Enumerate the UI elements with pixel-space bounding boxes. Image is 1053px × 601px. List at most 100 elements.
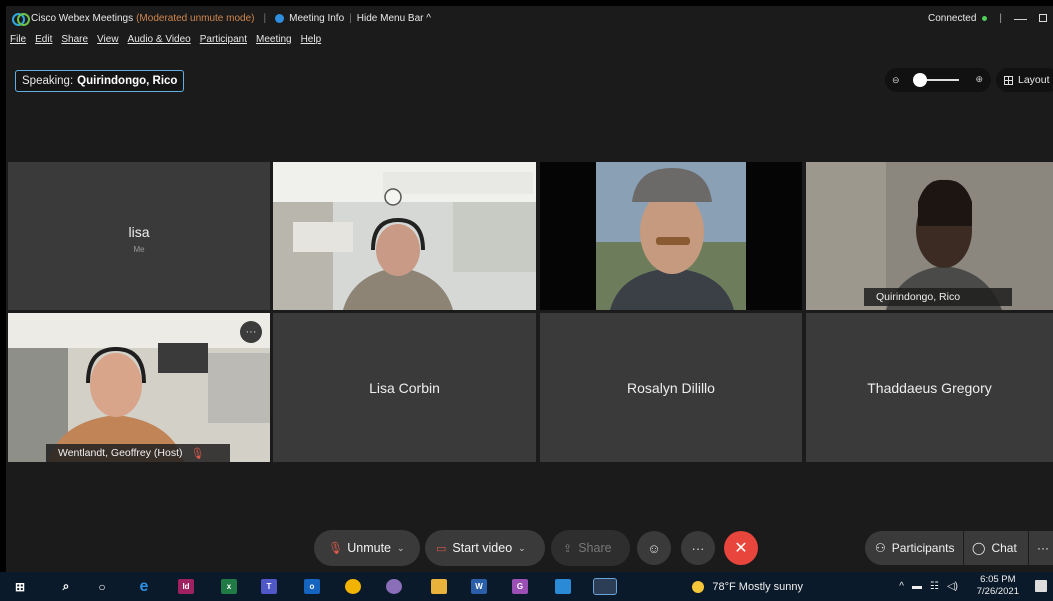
start-video-label: Start video [452,541,513,555]
chevron-down-icon[interactable]: ⌄ [518,543,526,554]
video-tile-wentlandt-geoffrey[interactable]: ··· Wentlandt, Geoffrey (Host) 🎙 [8,313,270,462]
meeting-info-button[interactable]: Meeting Info [289,13,344,24]
smiley-icon: ☺ [647,540,661,556]
notification-icon[interactable] [1035,580,1047,592]
unmute-button[interactable]: 🎙 Unmute ⌄ [314,530,420,566]
zoom-out-icon[interactable]: ⊖ [892,75,900,86]
outlook-icon[interactable]: o [304,579,320,594]
participants-button[interactable]: ⚇ Participants [865,531,963,565]
menu-meeting[interactable]: Meeting [256,34,292,50]
weather-label: 78°F Mostly sunny [712,580,803,593]
network-icon[interactable]: ☷ [930,581,939,592]
video-tile-thaddaeus-gregory[interactable]: Thaddaeus Gregory [806,313,1053,462]
video-off-icon: ▭ [436,542,447,555]
menu-share[interactable]: Share [61,34,88,50]
indesign-icon[interactable]: Id [178,579,194,594]
participant-name: Rosalyn Dilillo [627,379,715,396]
minimize-icon[interactable]: — [1014,11,1027,26]
participant-nameplate: Wentlandt, Geoffrey (Host) 🎙 [46,444,230,462]
speaking-indicator: Speaking: Quirindongo, Rico [15,70,185,92]
video-feed-outdoor [540,162,802,310]
teams-icon[interactable]: T [261,579,277,594]
menu-participant[interactable]: Participant [200,34,247,50]
video-tile-quirindongo-rico[interactable]: Quirindongo, Rico [806,162,1053,310]
chevron-up-icon[interactable]: ^ [899,581,904,592]
panel-more-button[interactable]: ··· [1029,531,1053,565]
search-icon[interactable]: ⌕ [58,579,74,594]
speaking-name: Quirindongo, Rico [77,75,178,87]
zoom-knob[interactable] [913,73,927,87]
more-icon: ··· [691,540,705,556]
speaking-prefix: Speaking: [22,75,74,87]
battery-icon[interactable]: ▬ [912,581,922,592]
menu-audio-video[interactable]: Audio & Video [128,34,191,50]
connection-label: Connected [928,12,977,24]
participants-label: Participants [891,541,955,555]
clock[interactable]: 6:05 PM 7/26/2021 [977,574,1019,598]
video-feed-geoffrey [8,313,270,462]
muted-mic-icon: 🎙 [190,447,205,460]
participant-name: Wentlandt, Geoffrey (Host) [58,447,183,459]
video-tile-rosalyn-dilillo[interactable]: Rosalyn Dilillo [540,313,802,462]
chevron-up-icon: ^ [426,12,431,24]
menu-edit[interactable]: Edit [35,34,52,50]
me-label: Me [133,245,145,254]
pdf-app-icon[interactable]: G [512,579,528,594]
clock-time: 6:05 PM [980,574,1016,585]
zoom-slider[interactable]: ⊖ ⊕ [885,68,991,92]
zoom-in-icon[interactable]: ⊕ [975,74,983,85]
webex-taskbar-icon[interactable] [593,578,617,595]
info-icon [275,13,285,23]
windows-start-icon[interactable]: ⊞ [12,579,28,594]
excel-icon[interactable]: x [221,579,237,594]
muted-mic-icon: 🎙 [328,541,344,555]
video-feed-office [273,162,536,310]
video-tile-office-participant[interactable] [273,162,536,310]
share-icon: ⇪ [563,542,573,555]
reactions-button[interactable]: ☺ [637,531,671,565]
word-icon[interactable]: W [471,579,487,594]
hide-menu-bar-button[interactable]: Hide Menu Bar ^ [357,13,431,24]
moderated-mode-label: (Moderated unmute mode) [136,12,255,24]
paint-icon[interactable] [386,579,402,594]
more-icon: ··· [1037,541,1049,555]
connection-status: Connected [928,12,988,24]
edge-icon[interactable]: e [136,578,152,595]
participant-name: Thaddaeus Gregory [867,379,992,396]
chevron-down-icon[interactable]: ⌄ [397,543,405,554]
volume-icon[interactable]: ◁) [947,581,958,592]
windows-taskbar: ⊞ ⌕ ○ e Id x T o W G 78°F Mostly sunny ^… [0,572,1053,601]
photos-icon[interactable] [555,579,571,594]
connected-dot-icon [982,15,988,21]
chat-label: Chat [991,541,1017,555]
restore-icon[interactable] [1039,14,1047,22]
title-separator: | [263,12,267,24]
title-separator: | [349,12,352,24]
menu-view[interactable]: View [97,34,119,50]
video-tile-lisa-corbin[interactable]: Lisa Corbin [273,313,536,462]
layout-button[interactable]: Layout [996,68,1053,92]
menu-help[interactable]: Help [301,34,322,50]
grid-layout-icon [1004,75,1013,85]
menu-bar: File Edit Share View Audio & Video Parti… [10,34,321,50]
title-bar: Cisco Webex Meetings (Moderated unmute m… [6,6,1053,30]
video-tile-lisa[interactable]: lisa Me [8,162,270,310]
menu-file[interactable]: File [10,34,26,50]
chat-icon: ◯ [972,541,986,555]
chrome-icon[interactable] [345,579,361,594]
participant-nameplate: Quirindongo, Rico [864,288,1012,306]
weather-widget[interactable]: 78°F Mostly sunny [692,572,803,601]
leave-meeting-button[interactable]: ✕ [724,531,758,565]
start-video-button[interactable]: ▭ Start video ⌄ [425,530,545,566]
title-separator: | [999,12,1002,24]
cortana-icon[interactable]: ○ [94,579,110,594]
webex-logo-icon [12,12,30,26]
participant-name: lisa [128,224,150,240]
chat-button[interactable]: ◯ Chat [964,531,1028,565]
file-explorer-icon[interactable] [431,579,447,594]
close-icon: ✕ [734,540,748,557]
more-options-button[interactable]: ··· [240,321,262,343]
more-options-button[interactable]: ··· [681,531,715,565]
share-button[interactable]: ⇪ Share [551,530,630,566]
video-tile-cap-participant[interactable] [540,162,802,310]
